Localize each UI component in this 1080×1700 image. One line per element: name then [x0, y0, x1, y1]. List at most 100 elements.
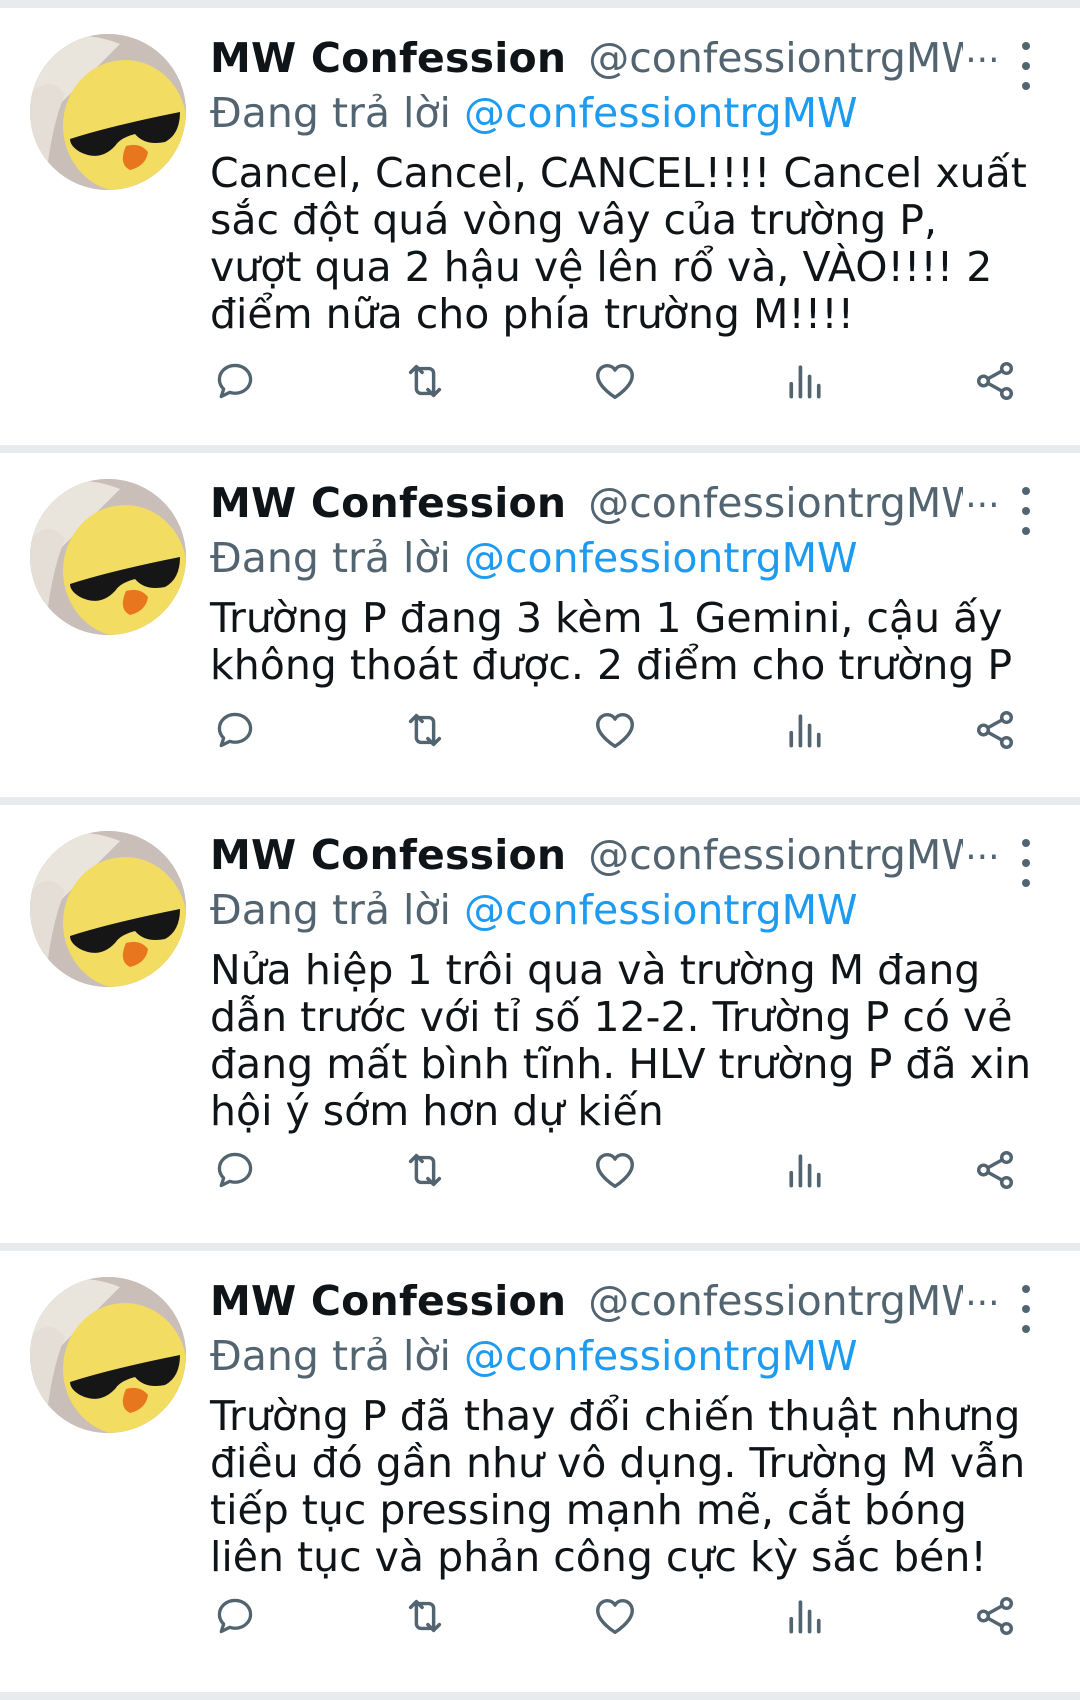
reply-context: Đang trả lời @confessiontrgMW — [210, 885, 1040, 937]
author-handle[interactable]: @confessiontrgMW — [588, 479, 963, 527]
reply-mention-link[interactable]: @confessiontrgMW — [464, 886, 858, 934]
more-options-button[interactable] — [1012, 42, 1040, 90]
reply-prefix: Đang trả lời — [210, 89, 451, 137]
author-handle[interactable]: @confessiontrgMW — [588, 831, 963, 879]
reply-button[interactable] — [210, 705, 260, 755]
tweet[interactable]: MW Confession @confessiontrgMW ··· Đang … — [0, 805, 1080, 1251]
reply-icon — [217, 363, 253, 399]
reply-mention-link[interactable]: @confessiontrgMW — [464, 1332, 858, 1380]
tweet-text: Trường P đã thay đổi chiến thuật nhưng đ… — [210, 1392, 1026, 1581]
more-icon-dot — [1022, 82, 1030, 90]
tweet[interactable]: MW Confession @confessiontrgMW ··· Đang … — [0, 8, 1080, 453]
handle-ellipsis: ··· — [965, 485, 1000, 526]
reply-button[interactable] — [210, 356, 260, 406]
retweet-icon — [408, 713, 442, 747]
reply-prefix: Đang trả lời — [210, 886, 451, 934]
share-icon — [976, 1151, 1014, 1189]
reply-context: Đang trả lời @confessiontrgMW — [210, 533, 1040, 585]
tweet-actions — [210, 705, 1020, 755]
reply-button[interactable] — [210, 1591, 260, 1641]
analytics-button[interactable] — [780, 1145, 830, 1195]
tweet-content: MW Confession @confessiontrgMW ··· Đang … — [210, 831, 1040, 1135]
duck-avatar-image — [30, 34, 186, 190]
avatar[interactable] — [30, 831, 186, 987]
author-handle[interactable]: @confessiontrgMW — [588, 1277, 963, 1325]
analytics-icon — [789, 1154, 821, 1188]
tweet-content: MW Confession @confessiontrgMW ··· Đang … — [210, 34, 1040, 338]
duck-avatar-image — [30, 831, 186, 987]
like-button[interactable] — [590, 705, 640, 755]
handle-ellipsis: ··· — [965, 837, 1000, 878]
duck-avatar-image — [30, 479, 186, 635]
more-icon-dot — [1022, 1285, 1030, 1293]
more-options-button[interactable] — [1012, 1285, 1040, 1333]
analytics-button[interactable] — [780, 356, 830, 406]
tweet-content: MW Confession @confessiontrgMW ··· Đang … — [210, 1277, 1040, 1581]
like-icon — [596, 1152, 634, 1189]
reply-context: Đang trả lời @confessiontrgMW — [210, 88, 1040, 140]
avatar[interactable] — [30, 1277, 186, 1433]
retweet-icon — [408, 364, 442, 398]
like-button[interactable] — [590, 356, 640, 406]
more-icon-dot — [1022, 42, 1030, 50]
like-button[interactable] — [590, 1591, 640, 1641]
like-icon — [596, 712, 634, 749]
like-icon — [596, 363, 634, 400]
reply-prefix: Đang trả lời — [210, 1332, 451, 1380]
retweet-button[interactable] — [400, 1591, 450, 1641]
share-icon — [976, 362, 1014, 400]
share-button[interactable] — [970, 705, 1020, 755]
more-icon-dot — [1022, 487, 1030, 495]
tweet-actions — [210, 1591, 1020, 1641]
more-icon-dot — [1022, 1325, 1030, 1333]
reply-mention-link[interactable]: @confessiontrgMW — [464, 89, 858, 137]
more-options-button[interactable] — [1012, 487, 1040, 535]
tweet-header: MW Confession @confessiontrgMW ··· — [210, 34, 1040, 88]
more-icon-dot — [1022, 507, 1030, 515]
analytics-icon — [789, 1600, 821, 1634]
like-icon — [596, 1598, 634, 1635]
top-divider — [0, 0, 1080, 8]
tweet-text: Nửa hiệp 1 trôi qua và trường M đang dẫn… — [210, 946, 1032, 1135]
retweet-button[interactable] — [400, 356, 450, 406]
reply-icon — [217, 1598, 253, 1634]
share-button[interactable] — [970, 1591, 1020, 1641]
reply-icon — [217, 712, 253, 748]
share-icon — [976, 711, 1014, 749]
tweet-header: MW Confession @confessiontrgMW ··· — [210, 479, 1040, 533]
like-button[interactable] — [590, 1145, 640, 1195]
author-name[interactable]: MW Confession — [210, 479, 566, 527]
tweet[interactable]: MW Confession @confessiontrgMW ··· Đang … — [0, 1251, 1080, 1700]
more-icon-dot — [1022, 879, 1030, 887]
retweet-icon — [408, 1599, 442, 1633]
handle-ellipsis: ··· — [965, 40, 1000, 81]
retweet-button[interactable] — [400, 1145, 450, 1195]
tweet-header: MW Confession @confessiontrgMW ··· — [210, 1277, 1040, 1331]
more-icon-dot — [1022, 1305, 1030, 1313]
duck-avatar-image — [30, 1277, 186, 1433]
analytics-button[interactable] — [780, 1591, 830, 1641]
tweet-text: Cancel, Cancel, CANCEL!!!! Cancel xuất s… — [210, 149, 1027, 338]
author-name[interactable]: MW Confession — [210, 34, 566, 82]
more-icon-dot — [1022, 527, 1030, 535]
analytics-button[interactable] — [780, 705, 830, 755]
share-button[interactable] — [970, 356, 1020, 406]
tweet[interactable]: MW Confession @confessiontrgMW ··· Đang … — [0, 453, 1080, 805]
reply-prefix: Đang trả lời — [210, 534, 451, 582]
more-icon-dot — [1022, 839, 1030, 847]
reply-button[interactable] — [210, 1145, 260, 1195]
author-handle[interactable]: @confessiontrgMW — [588, 34, 963, 82]
author-name[interactable]: MW Confession — [210, 831, 566, 879]
author-name[interactable]: MW Confession — [210, 1277, 566, 1325]
tweet-actions — [210, 1145, 1020, 1195]
tweet-text: Trường P đang 3 kèm 1 Gemini, cậu ấy khô… — [210, 594, 1013, 689]
retweet-button[interactable] — [400, 705, 450, 755]
share-button[interactable] — [970, 1145, 1020, 1195]
avatar[interactable] — [30, 479, 186, 635]
more-options-button[interactable] — [1012, 839, 1040, 887]
tweet-content: MW Confession @confessiontrgMW ··· Đang … — [210, 479, 1040, 689]
tweet-header: MW Confession @confessiontrgMW ··· — [210, 831, 1040, 885]
reply-icon — [217, 1152, 253, 1188]
avatar[interactable] — [30, 34, 186, 190]
reply-mention-link[interactable]: @confessiontrgMW — [464, 534, 858, 582]
